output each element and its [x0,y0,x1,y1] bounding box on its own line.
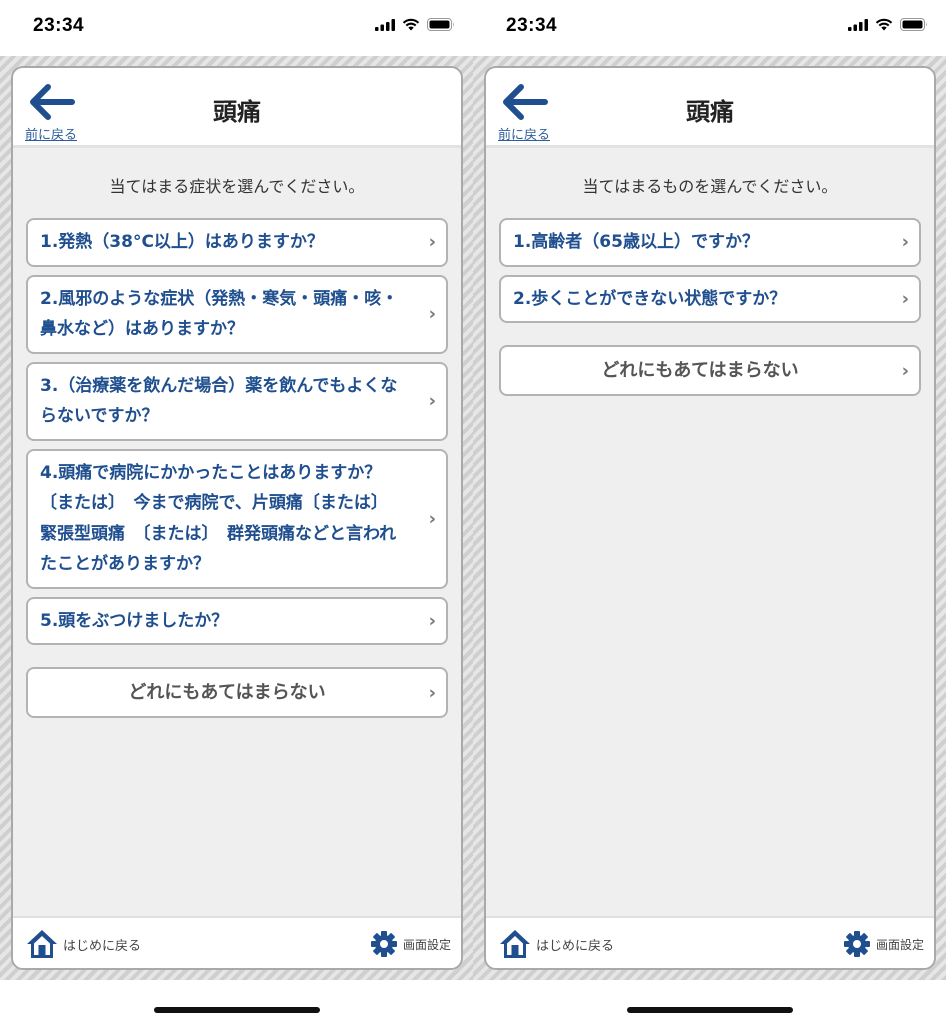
option-item[interactable]: 2.歩くことができない状態ですか？ › [499,274,921,323]
wifi-icon [875,18,893,31]
none-apply-button[interactable]: どれにもあてはまらない › [26,667,448,718]
settings-button[interactable]: 画面設定 [843,924,924,964]
card-footer: はじめに戻る 画面設定 [13,916,461,968]
settings-label: 画面設定 [402,937,451,952]
phone-screen-right: 23:34 前に戻る 頭痛 当てはまるものを選んでください。 1.高齢者（65歳… [473,0,946,1024]
none-apply-label: どれにもあてはまらない [128,682,326,703]
home-label: はじめに戻る [536,938,615,954]
cellular-signal-icon [848,18,868,31]
chevron-right-icon: › [428,231,436,253]
option-item[interactable]: 2.風邪のような症状（発熱・寒気・頭痛・咳・鼻水など）はありますか？ › [26,274,448,354]
question-card: 前に戻る 頭痛 当てはまるものを選んでください。 1.高齢者（65歳以上）ですか… [484,66,936,970]
question-card: 前に戻る 頭痛 当てはまる症状を選んでください。 1.発熱（38°C以上）はあり… [11,66,463,970]
page-title: 頭痛 [686,98,734,126]
option-item[interactable]: 1.発熱（38°C以上）はありますか？ › [26,218,448,267]
home-icon [27,930,57,958]
battery-icon [900,18,927,31]
status-time: 23:34 [506,15,558,36]
card-header: 前に戻る 頭痛 [13,68,461,148]
chevron-right-icon: › [901,231,909,253]
option-list: 1.発熱（38°C以上）はありますか？ › 2.風邪のような症状（発熱・寒気・頭… [26,218,448,718]
option-label: 2.風邪のような症状（発熱・寒気・頭痛・咳・鼻水など）はありますか？ [40,288,399,340]
option-label: 1.高齢者（65歳以上）ですか？ [513,232,759,252]
chevron-right-icon: › [428,610,436,632]
chevron-right-icon: › [428,682,436,703]
chevron-right-icon: › [428,303,436,325]
none-apply-button[interactable]: どれにもあてはまらない › [499,345,921,396]
status-icons [375,18,455,31]
settings-label: 画面設定 [875,937,924,952]
chevron-right-icon: › [901,360,909,381]
wifi-icon [402,18,420,31]
battery-icon [427,18,454,31]
instruction-text: 当てはまる症状を選んでください。 [109,177,365,196]
phone-screen-left: 23:34 前に戻る 頭痛 当てはまる症状を選んでください。 1.発熱（38°C… [0,0,473,1024]
option-item[interactable]: 4.頭痛で病院にかかったことはありますか？ 〔または〕 今まで病院で、片頭痛〔ま… [26,448,448,589]
instruction-text: 当てはまるものを選んでください。 [582,177,838,196]
option-item[interactable]: 1.高齢者（65歳以上）ですか？ › [499,218,921,267]
option-label: 5.頭をぶつけましたか？ [40,610,229,631]
option-label: 2.歩くことができない状態ですか？ [513,288,787,309]
option-label: 3.（治療薬を飲んだ場合）薬を飲んでもよくならないですか？ [40,375,398,427]
card-header: 前に戻る 頭痛 [486,68,934,148]
gear-icon [370,931,397,957]
home-icon [500,930,530,958]
option-label: 1.発熱（38°C以上）はありますか？ [40,232,324,252]
chevron-right-icon: › [428,390,436,412]
card-footer: はじめに戻る 画面設定 [486,916,934,968]
gear-icon [843,931,870,957]
option-item[interactable]: 3.（治療薬を飲んだ場合）薬を飲んでもよくならないですか？ › [26,361,448,441]
status-bar: 23:34 [473,0,946,56]
cellular-signal-icon [375,18,395,31]
home-button[interactable]: はじめに戻る [498,924,614,964]
home-label: はじめに戻る [63,938,142,954]
chevron-right-icon: › [901,288,909,310]
option-list: 1.高齢者（65歳以上）ですか？ › 2.歩くことができない状態ですか？ › ど… [499,218,921,396]
settings-button[interactable]: 画面設定 [370,924,451,964]
chevron-right-icon: › [428,508,436,529]
page-title: 頭痛 [213,98,261,126]
status-icons [848,18,928,31]
option-label: 4.頭痛で病院にかかったことはありますか？ 〔または〕 今まで病院で、片頭痛〔ま… [40,462,399,575]
none-apply-label: どれにもあてはまらない [601,360,799,381]
status-bar: 23:34 [0,0,473,56]
home-button[interactable]: はじめに戻る [25,924,141,964]
status-time: 23:34 [33,15,85,36]
option-item[interactable]: 5.頭をぶつけましたか？ › [26,596,448,645]
home-indicator[interactable] [627,1007,793,1013]
home-indicator[interactable] [154,1007,320,1013]
